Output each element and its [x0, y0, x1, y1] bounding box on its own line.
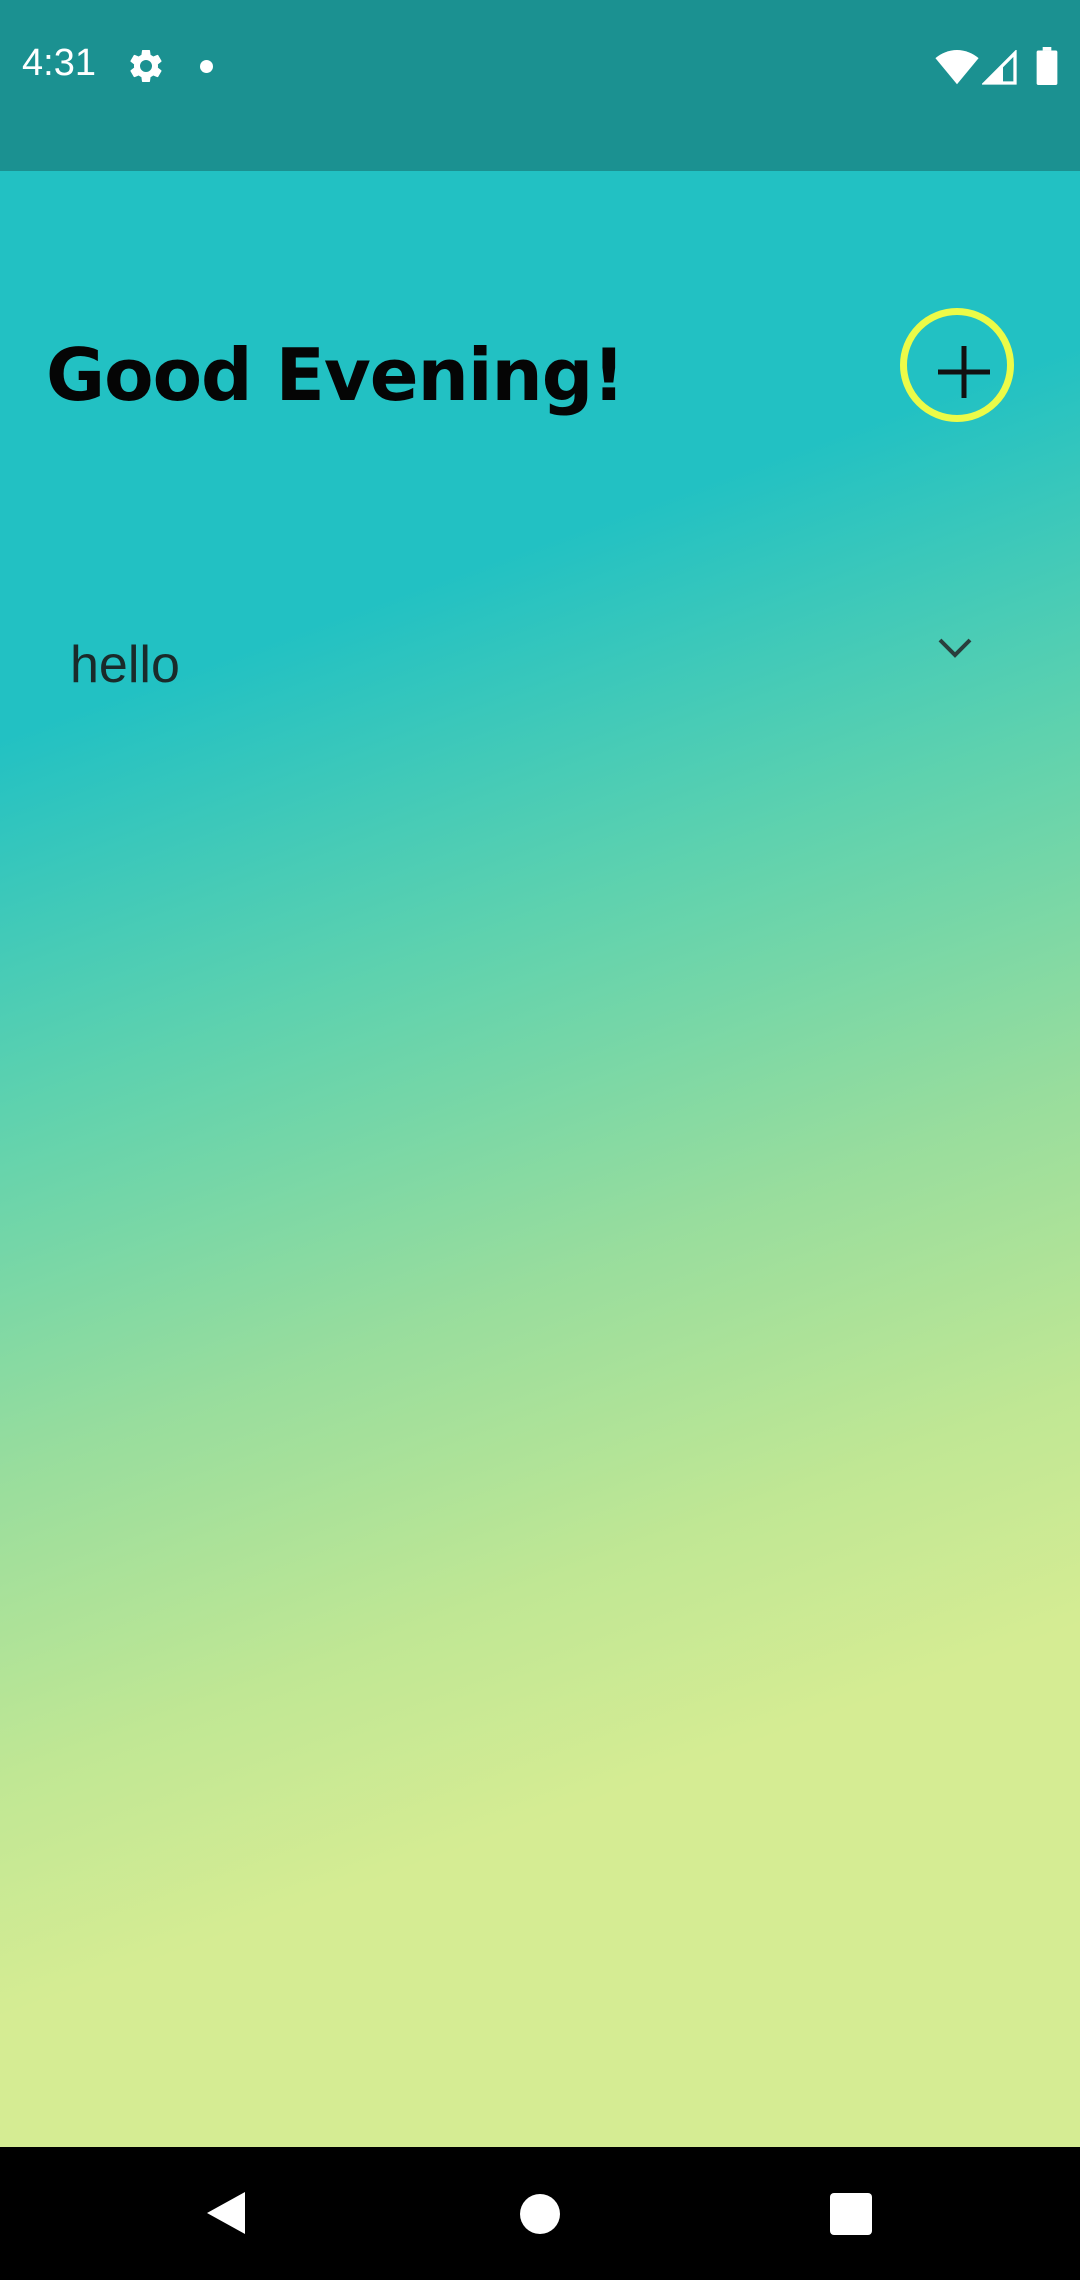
list-item[interactable]: [0, 620, 1080, 730]
back-icon[interactable]: [205, 2190, 247, 2236]
cellular-signal-icon: [982, 50, 1017, 85]
main-content: Good Evening! hello: [0, 171, 1080, 2147]
gear-icon: [130, 49, 162, 82]
notification-dot-icon: [200, 60, 213, 73]
plus-icon: [938, 346, 990, 398]
add-note-button[interactable]: [900, 308, 1014, 422]
recents-icon[interactable]: [830, 2193, 872, 2235]
app-screen: 4:31 Good Evening! hello: [0, 0, 1080, 2280]
status-time: 4:31: [22, 42, 96, 84]
navigation-bar: [0, 2147, 1080, 2280]
page-title: Good Evening!: [46, 333, 625, 417]
chevron-down-icon[interactable]: [936, 636, 974, 660]
battery-icon: [1036, 47, 1058, 85]
status-bar: 4:31: [0, 0, 1080, 171]
wifi-icon: [935, 50, 979, 85]
home-icon[interactable]: [520, 2194, 560, 2234]
